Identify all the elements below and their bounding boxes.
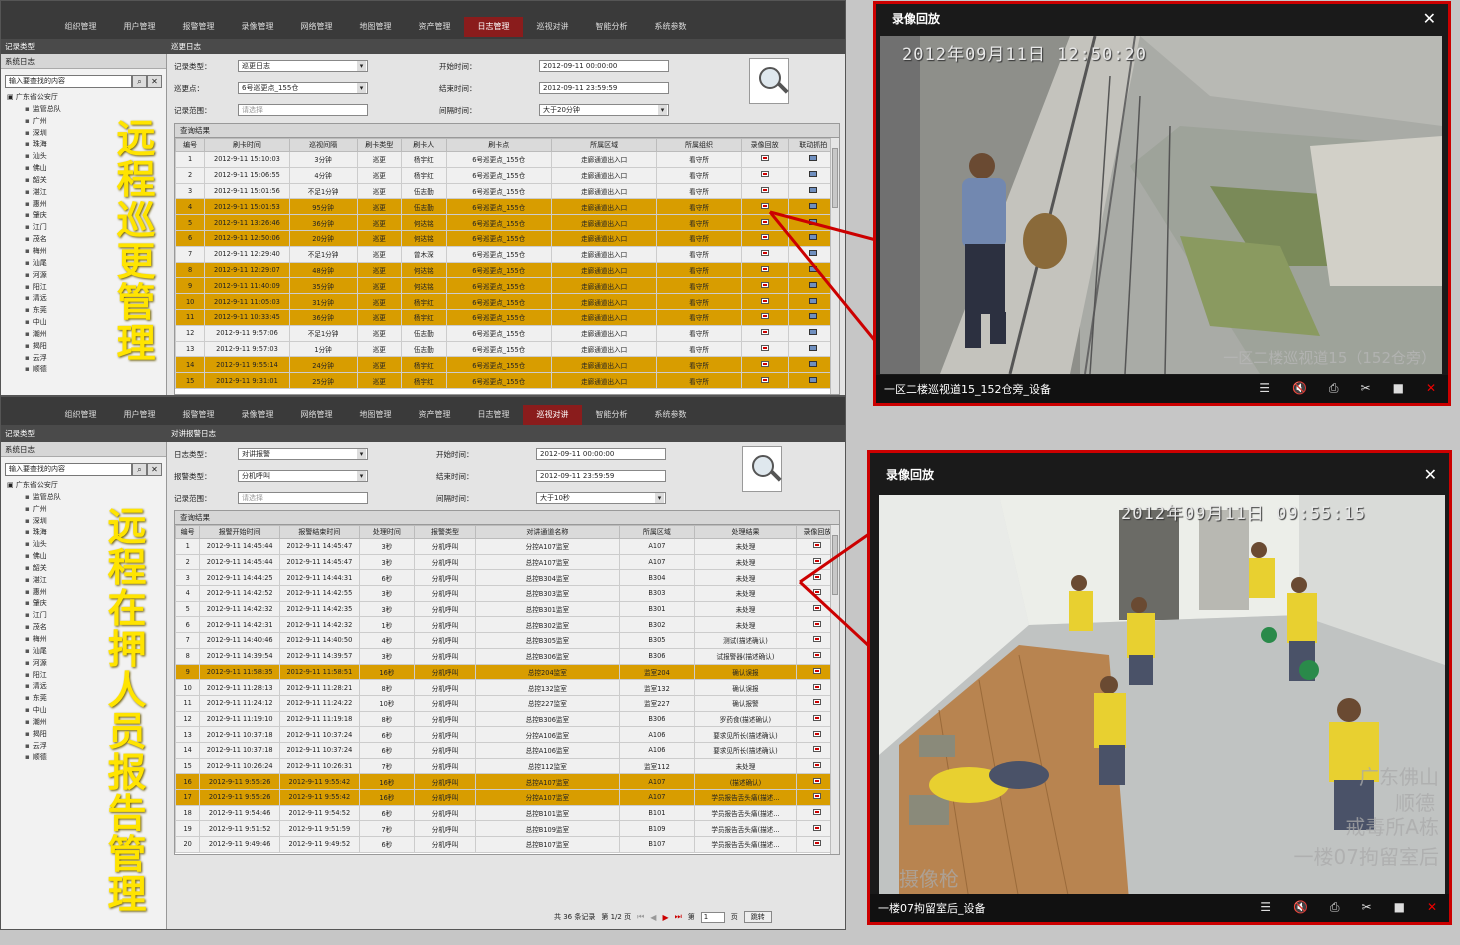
close-icon[interactable]: ✕ (1423, 4, 1436, 34)
callout-line-1a (769, 210, 877, 242)
playback-title: 录像回放 (892, 12, 941, 26)
video-timestamp: 2012年09月11日 09:55:15 (1121, 504, 1366, 524)
stop-icon[interactable]: ■ (1393, 381, 1404, 396)
callout-line-1b (768, 211, 878, 343)
camera-caption: 一楼07拘留室后_设备 (878, 902, 986, 915)
playback-controls: 一楼07拘留室后_设备 ☰ 🔇 ⎙ ✂ ■ ✕ (870, 894, 1449, 922)
playback-title: 录像回放 (886, 468, 935, 482)
close-stream-icon[interactable]: ✕ (1426, 381, 1436, 396)
mute-icon[interactable]: 🔇 (1292, 381, 1307, 396)
camera-caption: 一区二楼巡视道15_152仓旁_设备 (884, 383, 1051, 396)
playback-window-corridor: 录像回放 ✕ 2012年09月11日 12:50:20 一区二楼巡视道15（15… (873, 1, 1451, 406)
list-icon[interactable]: ☰ (1259, 381, 1270, 396)
corridor-scene (880, 36, 1442, 374)
callout-line-2a (799, 532, 870, 584)
clip-icon[interactable]: ✂ (1362, 900, 1372, 915)
list-icon[interactable]: ☰ (1260, 900, 1271, 915)
stop-icon[interactable]: ■ (1394, 900, 1405, 915)
playback-controls: 一区二楼巡视道15_152仓旁_设备 ☰ 🔇 ⎙ ✂ ■ ✕ (876, 375, 1448, 403)
overlay-room: 一楼07拘留室后 (1293, 845, 1439, 869)
control-icons: ☰ 🔇 ⎙ ✂ ■ ✕ (1260, 900, 1437, 915)
clip-icon[interactable]: ✂ (1361, 381, 1371, 396)
snapshot-icon[interactable]: ⎙ (1330, 900, 1340, 915)
overlay-camera-type: 摄像枪 (899, 867, 959, 891)
overlay-location: 广东佛山 (1359, 765, 1439, 789)
camera-overlay: 一区二楼巡视道15（152仓旁） (1223, 349, 1436, 367)
video-frame[interactable]: 2012年09月11日 12:50:20 一区二楼巡视道15（152仓旁） (880, 36, 1444, 374)
control-icons: ☰ 🔇 ⎙ ✂ ■ ✕ (1259, 381, 1436, 396)
video-frame[interactable]: 2012年09月11日 09:55:15 广东佛山 顺德 戒毒所A栋 一楼07拘… (879, 495, 1445, 900)
overlay-facility: 戒毒所A栋 (1345, 815, 1439, 839)
mute-icon[interactable]: 🔇 (1293, 900, 1308, 915)
close-icon[interactable]: ✕ (1424, 453, 1437, 497)
close-stream-icon[interactable]: ✕ (1427, 900, 1437, 915)
video-timestamp: 2012年09月11日 12:50:20 (902, 45, 1147, 65)
snapshot-icon[interactable]: ⎙ (1329, 381, 1339, 396)
playback-window-cell: 录像回放 ✕ 2012年09月11日 09:55:15 广东佛山 顺德 戒毒所A… (867, 450, 1452, 925)
callout-line-2b (798, 580, 871, 648)
